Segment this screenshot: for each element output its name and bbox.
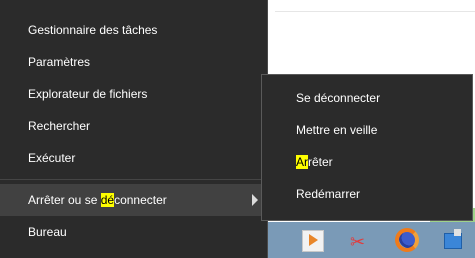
submenu-item-label: Arrêter (296, 155, 333, 169)
submenu-item-sign-out[interactable]: Se déconnecter (262, 82, 472, 114)
menu-item-search[interactable]: Rechercher (0, 110, 267, 142)
submenu-item-label: Mettre en veille (296, 123, 378, 137)
menu-item-file-explorer[interactable]: Explorateur de fichiers (0, 78, 267, 110)
submenu-item-label: Se déconnecter (296, 91, 381, 105)
menu-item-label: Bureau (28, 225, 67, 239)
menu-item-label: Explorateur de fichiers (28, 87, 148, 101)
menu-item-desktop[interactable]: Bureau (0, 216, 267, 248)
menu-divider (0, 179, 267, 180)
chevron-right-icon (252, 194, 258, 206)
submenu-item-shut-down[interactable]: Arrêter (262, 146, 472, 178)
menu-item-label: Rechercher (28, 119, 91, 133)
firefox-icon[interactable] (393, 226, 421, 254)
shutdown-submenu: Se déconnecter Mettre en veille Arrêter … (261, 74, 473, 221)
menu-item-run[interactable]: Exécuter (0, 142, 267, 174)
submenu-item-label: Redémarrer (296, 187, 361, 201)
menu-item-shutdown-signout[interactable]: Arrêter ou se déconnecter (0, 184, 267, 216)
menu-item-label: Arrêter ou se déconnecter (28, 193, 167, 207)
snipping-tool-icon[interactable]: ✂ (346, 226, 374, 254)
menu-item-task-manager[interactable]: Gestionnaire des tâches (0, 14, 267, 46)
menu-item-label: Paramètres (28, 55, 91, 69)
background-separator (275, 11, 475, 12)
winx-menu: Gestionnaire des tâches Paramètres Explo… (0, 0, 268, 258)
media-player-icon[interactable] (298, 226, 326, 254)
menu-item-label: Gestionnaire des tâches (28, 23, 158, 37)
submenu-item-restart[interactable]: Redémarrer (262, 178, 472, 210)
taskbar: ✂ (268, 222, 475, 258)
submenu-item-sleep[interactable]: Mettre en veille (262, 114, 472, 146)
menu-item-label: Exécuter (28, 151, 76, 165)
menu-item-settings[interactable]: Paramètres (0, 46, 267, 78)
app-icon[interactable] (438, 226, 466, 254)
